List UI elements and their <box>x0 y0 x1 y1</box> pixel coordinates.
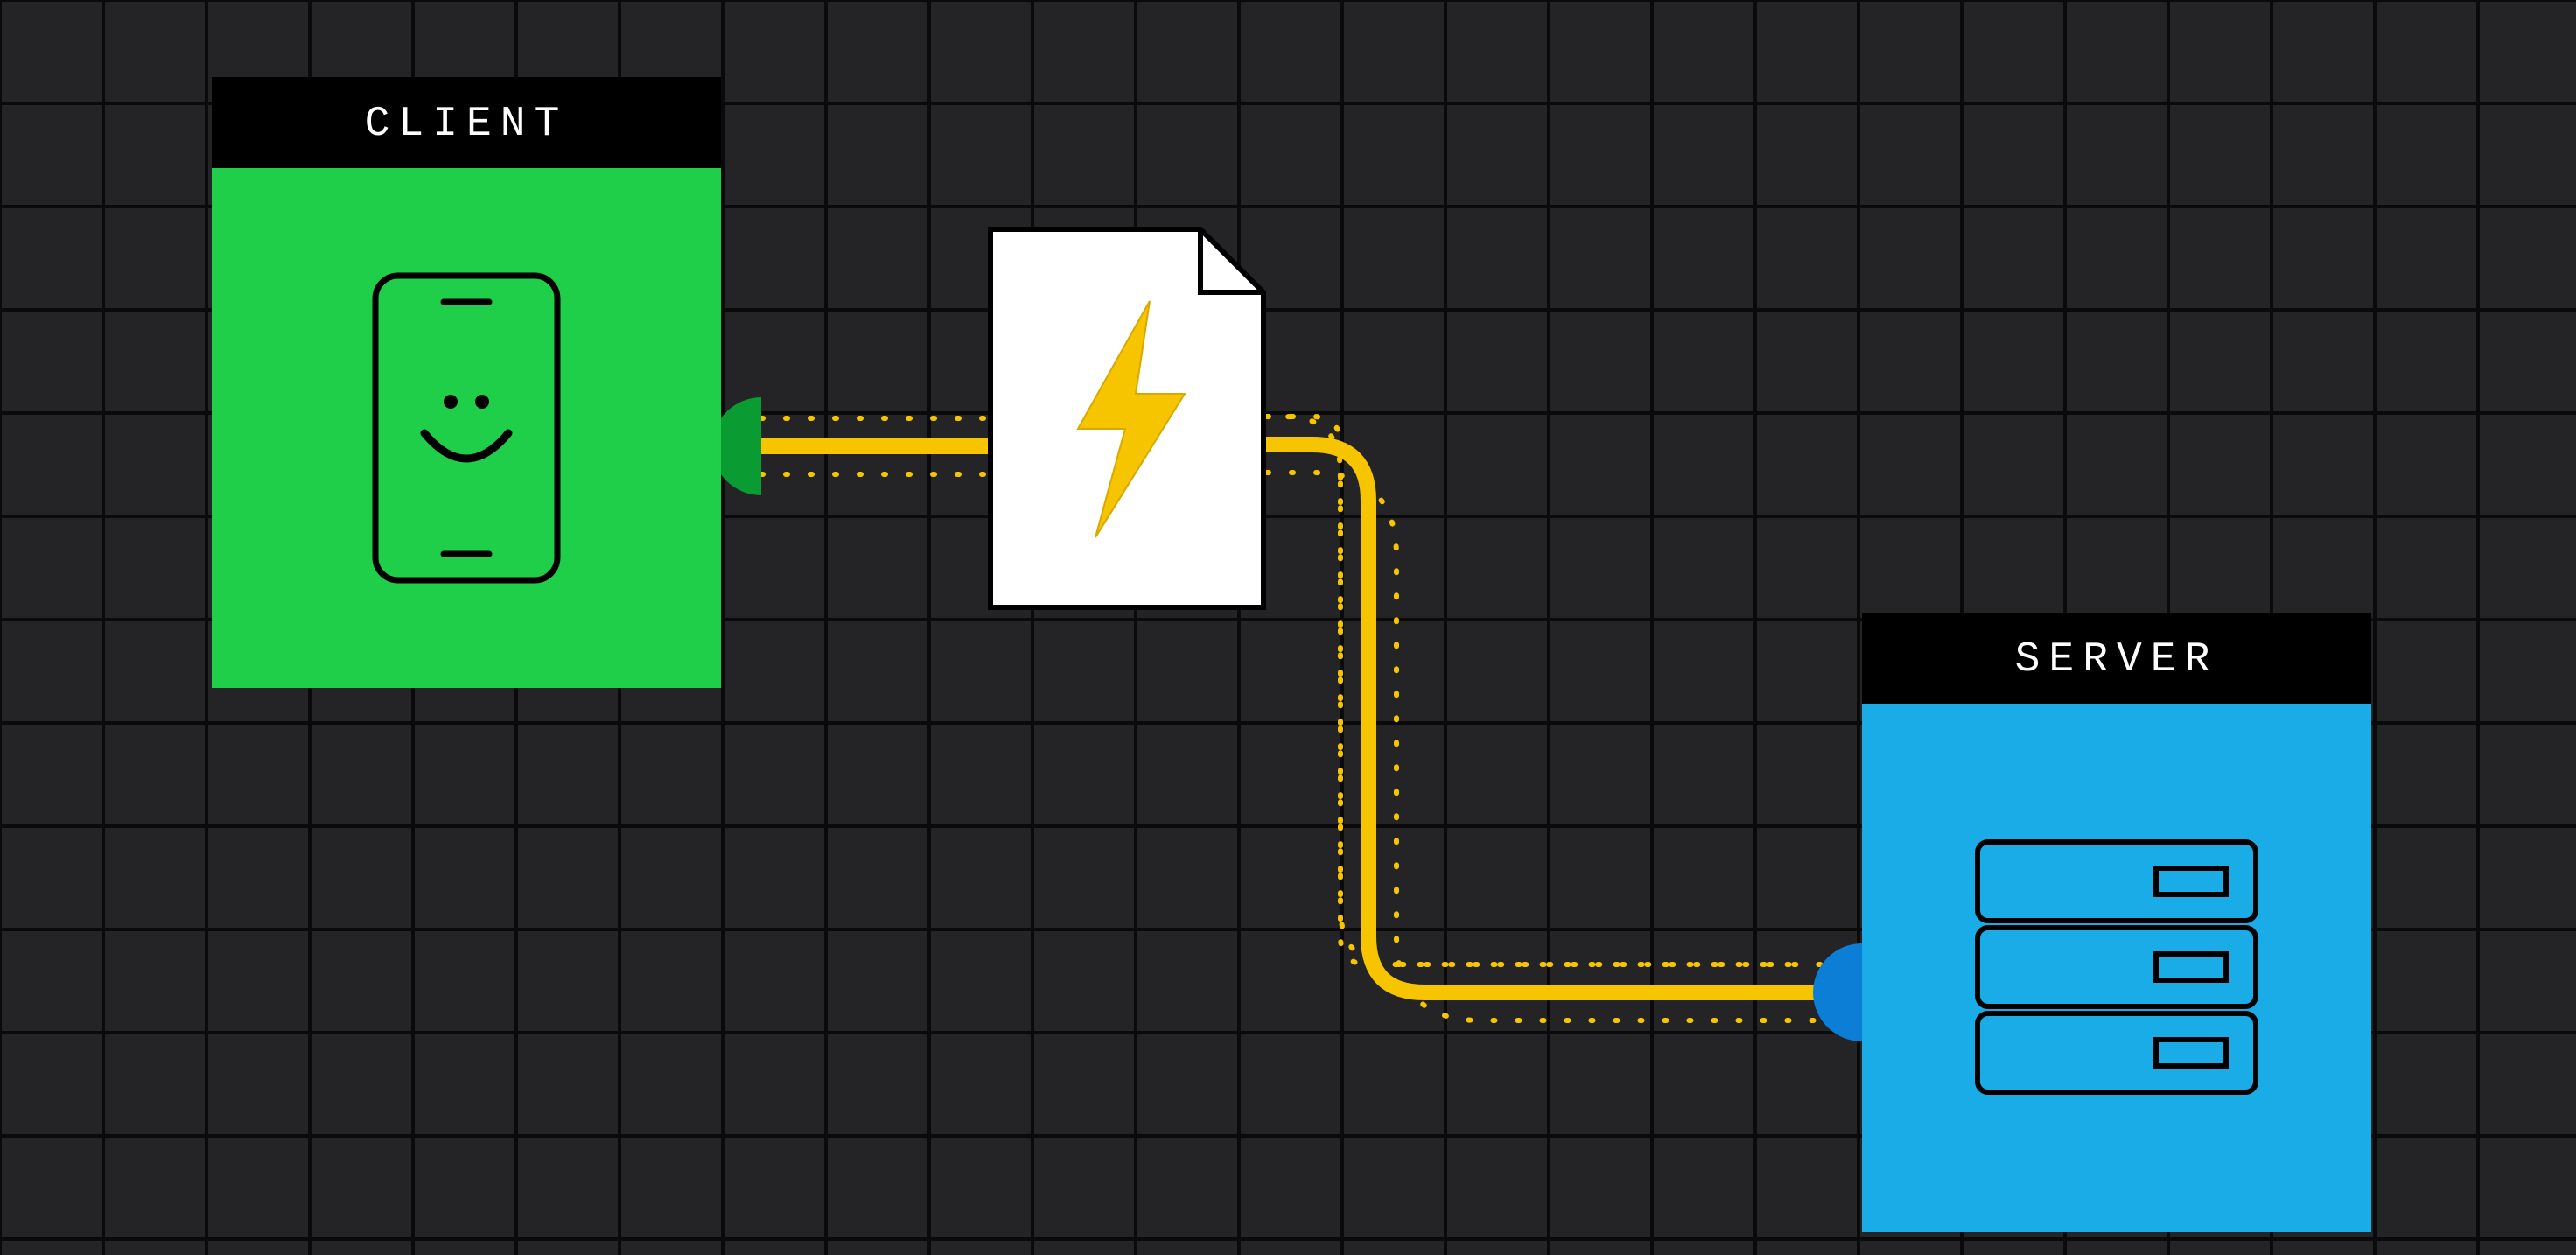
payload-document <box>987 226 1267 611</box>
client-body <box>212 168 721 688</box>
server-rack-icon <box>1972 837 2261 1099</box>
server-label: SERVER <box>1862 613 2371 704</box>
server-node: SERVER <box>1862 613 2371 1232</box>
diagram-stage: CLIENT SERVER <box>0 0 2576 1255</box>
client-node: CLIENT <box>212 77 721 688</box>
phone-smile-icon <box>370 270 563 585</box>
server-body <box>1862 704 2371 1232</box>
client-label: CLIENT <box>212 77 721 168</box>
document-lightning-icon <box>987 226 1267 611</box>
